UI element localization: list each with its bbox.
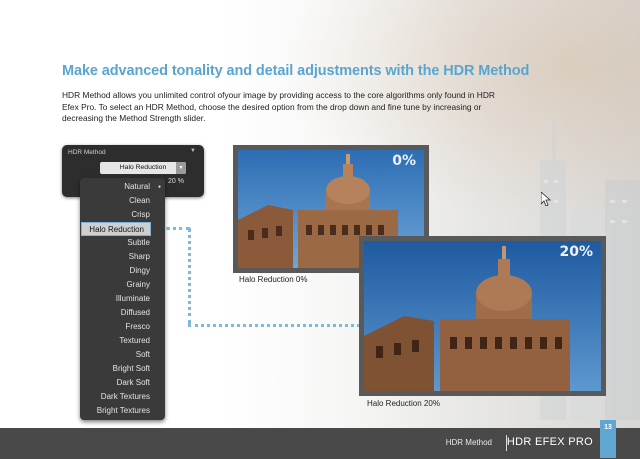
dropdown-item-subtle[interactable]: Subtle	[80, 236, 165, 250]
photo-percent-label: 20%	[559, 244, 593, 260]
dropdown-item-diffused[interactable]: Diffused	[80, 306, 165, 320]
dropdown-item-sharp[interactable]: Sharp	[80, 250, 165, 264]
dropdown-item-soft[interactable]: Soft	[80, 348, 165, 362]
footer-brand: HDR EFEX PRO	[506, 436, 593, 448]
dropdown-item-halo-reduction[interactable]: Halo Reduction	[81, 222, 151, 236]
dropdown-item-grainy[interactable]: Grainy	[80, 278, 165, 292]
method-strength-value[interactable]: 20 %	[168, 178, 184, 185]
connector-line	[188, 228, 191, 324]
connector-line	[188, 324, 360, 327]
page-footer: HDR Method HDR EFEX PRO 13	[0, 420, 640, 459]
photo-caption: Halo Reduction 0%	[239, 275, 308, 284]
dropdown-item-bright-soft[interactable]: Bright Soft	[80, 362, 165, 376]
dropdown-item-illuminate[interactable]: Illuminate	[80, 292, 165, 306]
dropdown-item-dark-textures[interactable]: Dark Textures	[80, 390, 165, 404]
dropdown-item-clean[interactable]: Clean	[80, 194, 165, 208]
mouse-cursor-icon	[541, 192, 551, 206]
footer-section-title: HDR Method	[445, 438, 492, 447]
photo-halo-reduction-20: 20%	[359, 236, 606, 396]
hdr-method-select[interactable]: Halo Reduction ▾	[100, 162, 186, 174]
capitol-image	[364, 241, 601, 391]
photo-percent-label: 0%	[392, 153, 416, 169]
dropdown-item-bright-textures[interactable]: Bright Textures	[80, 404, 165, 418]
chevron-down-icon[interactable]: ▾	[176, 162, 186, 174]
triangle-down-icon[interactable]: ▼	[190, 148, 196, 154]
hdr-method-select-value: Halo Reduction	[119, 164, 167, 171]
dropdown-item-fresco[interactable]: Fresco	[80, 320, 165, 334]
dropdown-item-textured[interactable]: Textured	[80, 334, 165, 348]
connector-line	[166, 227, 190, 230]
hdr-method-label: HDR Method	[68, 149, 106, 156]
dropdown-item-crisp[interactable]: Crisp	[80, 208, 165, 222]
hdr-method-dropdown: Natural Clean Crisp Halo Reduction Subtl…	[80, 178, 165, 420]
intro-paragraph: HDR Method allows you unlimited control …	[62, 90, 495, 124]
page-number: 13	[600, 420, 616, 458]
dropdown-item-dingy[interactable]: Dingy	[80, 264, 165, 278]
dropdown-item-natural[interactable]: Natural	[80, 180, 165, 194]
dropdown-item-dark-soft[interactable]: Dark Soft	[80, 376, 165, 390]
photo-caption: Halo Reduction 20%	[367, 399, 440, 408]
page-heading: Make advanced tonality and detail adjust…	[62, 63, 530, 79]
